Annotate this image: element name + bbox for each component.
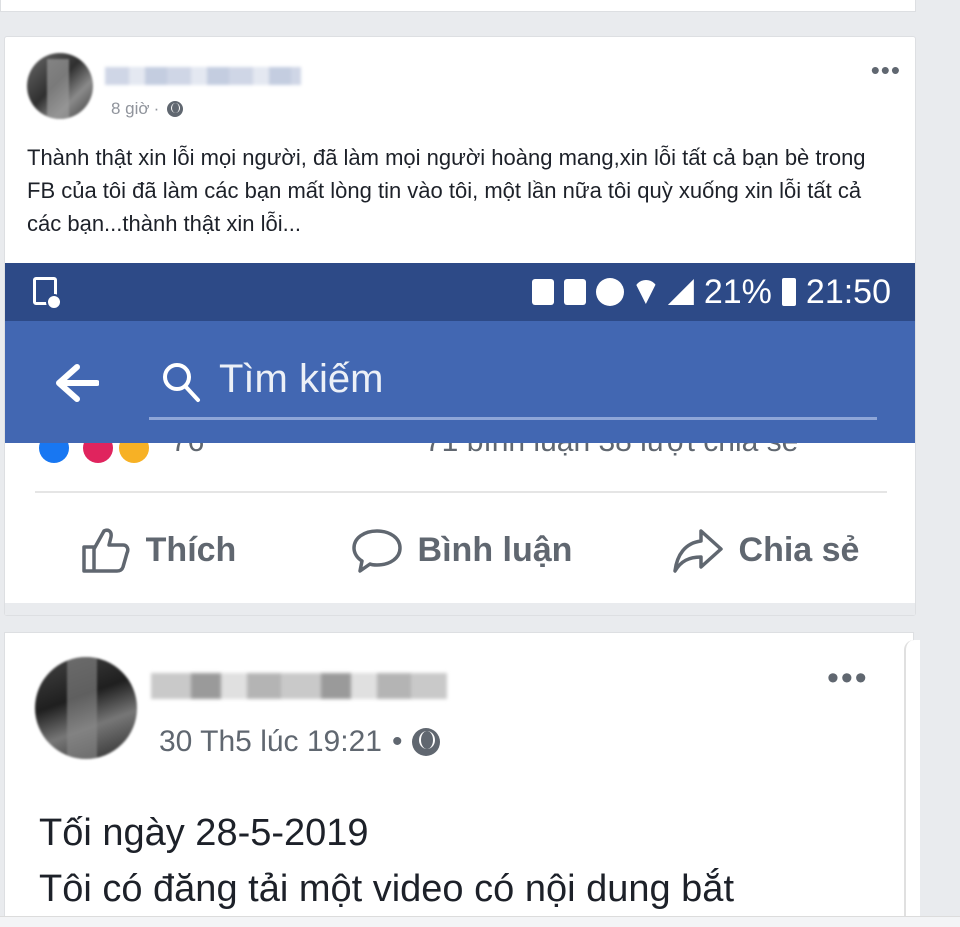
sad-reaction-icon (119, 443, 149, 463)
reaction-count[interactable]: 76 (171, 443, 204, 459)
post-text: Thành thật xin lỗi mọi người, đã làm mọi… (27, 145, 866, 236)
comment-share-count[interactable]: 71 bình luận 38 lượt chia sẻ (425, 443, 798, 459)
adjacent-card-edge (904, 640, 920, 926)
alarm-icon (595, 278, 624, 306)
post-text: Tối ngày 28-5-2019 Tôi có đăng tải một v… (39, 805, 899, 917)
post-time[interactable]: 30 Th5 lúc 19:21 (159, 725, 382, 759)
search-underline (149, 417, 877, 420)
more-options-icon[interactable]: ••• (871, 57, 901, 83)
more-options-icon[interactable]: ••• (827, 661, 869, 695)
status-bar: 21% 21:50 (5, 263, 915, 321)
thumbs-up-icon (81, 528, 130, 573)
card-gap (5, 603, 915, 615)
clock: 21:50 (805, 273, 891, 311)
wifi-icon (633, 280, 658, 304)
battery-percent: 21% (703, 273, 772, 311)
search-input[interactable]: Tìm kiếm (219, 357, 383, 402)
battery-icon (781, 278, 796, 306)
screenshot-notification-icon (33, 277, 62, 310)
author-name-blurred[interactable] (151, 673, 447, 699)
comment-label: Bình luận (417, 530, 573, 569)
post-text-line: Tối ngày 28-5-2019 (39, 812, 369, 854)
page-gutter (920, 0, 960, 926)
comment-bubble-icon (351, 529, 402, 573)
search-bar: Tìm kiếm (5, 321, 915, 443)
share-button[interactable]: Chia sẻ (613, 515, 915, 585)
previous-post-card-edge (0, 0, 916, 12)
share-label: Chia sẻ (738, 530, 860, 569)
author-name-blurred[interactable] (105, 67, 301, 85)
status-icons: 21% 21:50 (531, 273, 891, 311)
like-label: Thích (145, 530, 237, 569)
post-card: 8 giờ · ••• Thành thật xin lỗi mọi người… (4, 36, 916, 616)
post-meta: 8 giờ · (111, 99, 184, 119)
like-reaction-icon (39, 443, 69, 463)
avatar[interactable] (27, 53, 93, 119)
globe-icon (412, 728, 441, 756)
divider (35, 491, 887, 493)
bottom-border (0, 916, 960, 927)
globe-icon (167, 101, 184, 117)
reactions-strip: 76 71 bình luận 38 lượt chia sẻ (5, 443, 915, 473)
love-reaction-icon (83, 443, 113, 463)
meta-separator: • (391, 725, 403, 758)
second-post-card: 30 Th5 lúc 19:21 • ••• Tối ngày 28-5-201… (4, 632, 914, 926)
embedded-screenshot: 21% 21:50 Tìm kiếm 76 71 bình luận 38 lư… (5, 263, 915, 615)
post-time[interactable]: 8 giờ (111, 99, 150, 119)
signal-icon (667, 279, 694, 305)
mute-icon (563, 279, 586, 305)
battery-saver-icon (531, 279, 554, 305)
like-button[interactable]: Thích (5, 515, 309, 585)
post-meta: 30 Th5 lúc 19:21 • (159, 725, 441, 759)
meta-separator: · (153, 99, 160, 118)
post-text-line: Tôi có đăng tải một video có nội dung bắ… (39, 868, 735, 910)
avatar[interactable] (35, 657, 137, 759)
post-actions: Thích Bình luận Chia sẻ (5, 515, 915, 585)
share-arrow-icon (672, 529, 723, 573)
back-arrow-icon[interactable] (55, 363, 99, 403)
search-icon (163, 363, 200, 402)
comment-button[interactable]: Bình luận (309, 515, 613, 585)
